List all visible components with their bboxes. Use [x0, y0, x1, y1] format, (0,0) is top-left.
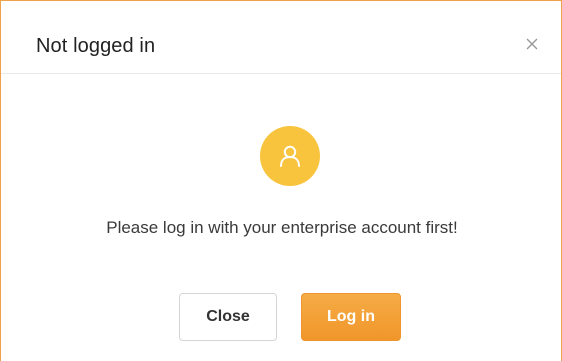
dialog-message: Please log in with your enterprise accou…	[106, 218, 458, 237]
login-button[interactable]: Log in	[301, 293, 401, 341]
user-icon	[280, 145, 300, 167]
close-x-icon[interactable]	[523, 35, 541, 53]
close-button[interactable]: Close	[179, 293, 277, 341]
not-logged-in-dialog: Not logged in Please log in with your en…	[0, 0, 562, 361]
dialog-title: Not logged in	[36, 35, 156, 57]
user-avatar	[260, 126, 320, 186]
dialog-header: Not logged in	[1, 1, 561, 74]
